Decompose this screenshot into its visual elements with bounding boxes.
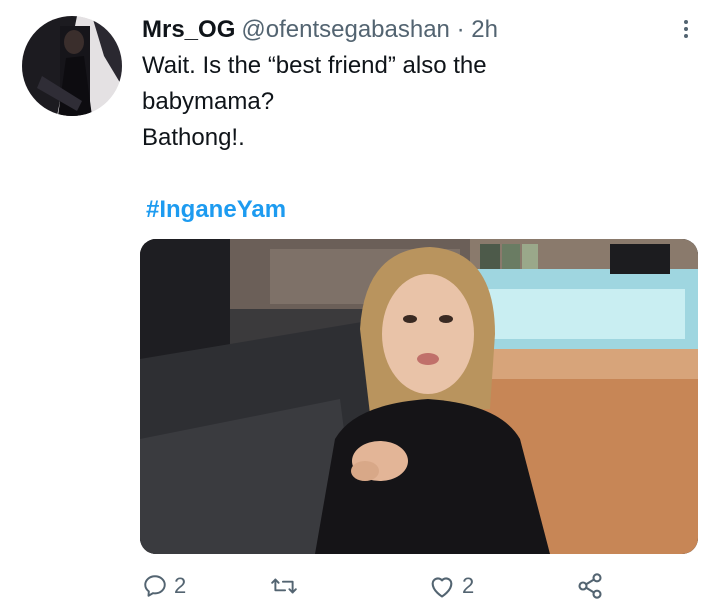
retweet-button[interactable] xyxy=(270,568,304,604)
tweet-header: Mrs_OG @ofentsegabashan · 2h xyxy=(142,14,498,46)
avatar[interactable] xyxy=(22,16,122,116)
tweet-text-line: Wait. Is the “best friend” also the xyxy=(142,52,487,79)
hashtag-link[interactable]: #InganeYam xyxy=(146,196,286,224)
timestamp[interactable]: 2h xyxy=(471,16,498,43)
reply-button[interactable]: 2 xyxy=(142,568,186,604)
like-count: 2 xyxy=(462,573,475,598)
more-options-button[interactable] xyxy=(676,14,696,44)
like-button[interactable]: 2 xyxy=(428,568,474,604)
avatar-image xyxy=(22,16,122,116)
tweet-media-image[interactable] xyxy=(140,239,698,554)
separator-dot: · xyxy=(456,16,465,43)
heart-icon xyxy=(431,577,453,598)
tweet-text-line: babymama? xyxy=(142,88,275,115)
tweet: Mrs_OG @ofentsegabashan · 2h Wait. Is the… xyxy=(0,0,720,605)
share-icon xyxy=(578,573,602,599)
tweet-actions: 2 2 xyxy=(140,568,620,604)
reply-icon xyxy=(144,575,166,597)
more-vertical-icon xyxy=(684,20,688,38)
tweet-text-line: Bathong!. xyxy=(142,124,245,151)
share-button[interactable] xyxy=(576,568,604,604)
reply-count: 2 xyxy=(174,573,187,598)
retweet-icon xyxy=(271,578,297,594)
tweet-text: Wait. Is the “best friend” also the baby… xyxy=(142,48,662,156)
display-name[interactable]: Mrs_OG xyxy=(142,16,235,43)
user-handle[interactable]: @ofentsegabashan xyxy=(241,16,450,43)
